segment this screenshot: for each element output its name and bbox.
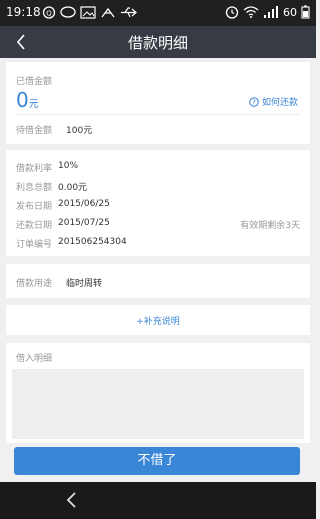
detail-row-order-number: 订单编号 201506254304 [16,237,300,250]
purpose-row: 借款用途 临时周转 [16,276,102,289]
purpose-card: 借款用途 临时周转 [6,264,310,298]
borrowed-label: 已借金额 [16,77,53,87]
alarm-icon [225,6,239,19]
notification-icon: Q [42,6,56,19]
svg-text:?: ? [252,98,256,106]
chat-icon [60,6,76,18]
signal-icon [264,5,278,18]
status-bar: 19:18 Q 60 [0,0,316,26]
how-to-repay-label: 如何还款 [261,98,298,108]
supplement-card: +补充说明 [6,305,310,335]
detail-value: 10% [58,161,79,171]
antenna-icon [101,7,115,18]
system-nav-bar [0,482,316,519]
borrowed-amount: 0元 [16,88,39,112]
detail-value: 2015/06/25 [58,199,110,209]
decline-button[interactable]: 不借了 [14,447,300,475]
page-title: 借款明细 [127,34,188,52]
pending-row: 待借金额 100元 [16,123,92,136]
borrowed-amount-unit: 元 [28,99,39,110]
borrowed-amount-value: 0 [16,88,29,112]
detail-value: 2015/07/25 [58,218,110,228]
status-time: 19:18 [6,5,41,19]
detail-row-repay-date: 还款日期 2015/07/25 有效期剩余3天 [16,218,300,231]
pending-value: 100元 [66,126,93,136]
detail-label: 还款日期 [16,221,53,231]
status-right: 60 [225,5,310,19]
usb-icon [121,7,137,18]
svg-text:Q: Q [46,10,52,18]
summary-card: 已借金额 0元 ? 如何还款 待借金额 100元 [6,62,310,144]
detail-row-rate: 借款利率 10% [16,161,300,174]
wifi-icon [243,6,259,18]
detail-value: 201506254304 [58,237,127,247]
detail-label: 借款利率 [16,164,53,174]
purpose-value: 临时周转 [66,279,103,289]
battery-level: 60 [283,5,297,19]
header-bar: 借款明细 [0,26,316,58]
purpose-label: 借款用途 [16,279,53,289]
validity-note: 有效期剩余3天 [240,221,300,231]
detail-label: 利息总额 [16,183,53,193]
image-icon [80,6,96,19]
detail-row-interest: 利息总额 0.00元 [16,180,300,193]
detail-label: 发布日期 [16,202,53,212]
divider [16,114,300,115]
pending-label: 待借金额 [16,126,53,136]
borrow-detail-card: 借入明细 [6,343,310,443]
detail-value: 0.00元 [58,183,88,193]
battery-icon [301,5,310,19]
add-supplement-link[interactable]: +补充说明 [6,314,310,327]
borrow-detail-area [12,369,304,439]
question-icon: ? [249,96,259,107]
details-card: 借款利率 10% 利息总额 0.00元 发布日期 2015/06/25 还款日期… [6,150,310,256]
borrow-detail-label: 借入明细 [16,354,53,364]
detail-row-publish-date: 发布日期 2015/06/25 [16,199,300,212]
how-to-repay-link[interactable]: ? 如何还款 [249,95,298,108]
detail-label: 订单编号 [16,240,53,250]
system-back-icon[interactable] [64,490,80,510]
